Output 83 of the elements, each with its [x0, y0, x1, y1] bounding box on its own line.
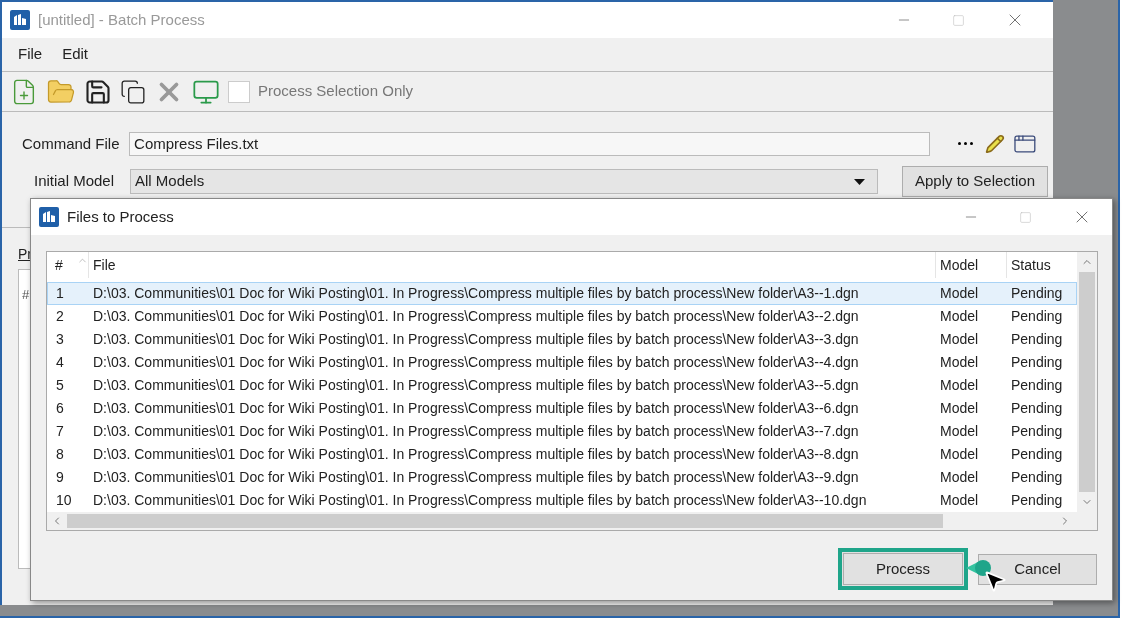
row-number: 3: [55, 330, 65, 349]
row-number: 2: [55, 307, 65, 326]
file-row[interactable]: 1 D:\03. Communities\01 Doc for Wiki Posting\01. In Progress\Compress multiple files by batch process\New folder\A3--1.dgn Model Pending: [47, 282, 1077, 305]
status-cell-text: Pending: [1010, 330, 1063, 349]
window-title: [untitled] - Batch Process: [38, 9, 205, 30]
model-cell-text: Model: [939, 307, 980, 326]
dialog-button[interactable]: Process: [838, 548, 968, 590]
file-path: D:\03. Communities\01 Doc for Wiki Posting\01. In Progress\Compress multiple files by batch process\New folder\A3--5.dgn: [92, 376, 860, 395]
status-cell-text: Pending: [1010, 399, 1063, 418]
status-cell-text: Pending: [1010, 353, 1063, 372]
file-path: D:\03. Communities\01 Doc for Wiki Posting\01. In Progress\Compress multiple files by batch process\New folder\A3--10.dgn: [92, 491, 868, 510]
file-row[interactable]: 7 D:\03. Communities\01 Doc for Wiki Posting\01. In Progress\Compress multiple files by batch process\New folder\A3--7.dgn Model Pending: [47, 420, 1077, 443]
model-cell-text: Model: [939, 330, 980, 349]
status-cell-text: Pending: [1010, 445, 1063, 464]
maximize-icon[interactable]: [952, 13, 965, 27]
vertical-scrollbar[interactable]: [1077, 252, 1097, 512]
status-cell-text: Pending: [1010, 422, 1063, 441]
status-cell-text: Pending: [1010, 376, 1063, 395]
apply-to-selection-button[interactable]: Apply to Selection: [902, 166, 1048, 197]
process-selection-checkbox[interactable]: [228, 80, 250, 103]
dropdown-caret-icon: [854, 178, 865, 185]
column-header[interactable]: Status: [1007, 252, 1077, 278]
file-row[interactable]: 4 D:\03. Communities\01 Doc for Wiki Posting\01. In Progress\Compress multiple files by batch process\New folder\A3--4.dgn Model Pending: [47, 351, 1077, 374]
file-row[interactable]: 2 D:\03. Communities\01 Doc for Wiki Posting\01. In Progress\Compress multiple files by batch process\New folder\A3--2.dgn Model Pending: [47, 305, 1077, 328]
status-cell-text: Pending: [1010, 468, 1063, 487]
dialog-button[interactable]: Cancel: [978, 553, 1097, 585]
file-row[interactable]: 6 D:\03. Communities\01 Doc for Wiki Posting\01. In Progress\Compress multiple files by batch process\New folder\A3--6.dgn Model Pending: [47, 397, 1077, 420]
row-number: 6: [55, 399, 65, 418]
menu-item[interactable]: File: [18, 43, 43, 66]
row-number: 4: [55, 353, 65, 372]
new-window-icon[interactable]: [1013, 132, 1037, 156]
file-row[interactable]: 10 D:\03. Communities\01 Doc for Wiki Posting\01. In Progress\Compress multiple files by batch process\New folder\A3--10.dgn Model Pending: [47, 489, 1077, 512]
file-row[interactable]: 8 D:\03. Communities\01 Doc for Wiki Posting\01. In Progress\Compress multiple files by batch process\New folder\A3--8.dgn Model Pending: [47, 443, 1077, 466]
row-number: 10: [55, 491, 73, 510]
more-icon[interactable]: [957, 142, 974, 146]
model-cell-text: Model: [939, 445, 980, 464]
file-path: D:\03. Communities\01 Doc for Wiki Posting\01. In Progress\Compress multiple files by batch process\New folder\A3--4.dgn: [92, 353, 860, 372]
column-header[interactable]: Model: [936, 252, 1007, 278]
file-path: D:\03. Communities\01 Doc for Wiki Posting\01. In Progress\Compress multiple files by batch process\New folder\A3--8.dgn: [92, 445, 860, 464]
dialog-title: Files to Process: [67, 206, 174, 227]
file-path: D:\03. Communities\01 Doc for Wiki Posting\01. In Progress\Compress multiple files by batch process\New folder\A3--3.dgn: [92, 330, 860, 349]
command-file-label: Command File: [22, 133, 121, 154]
menu-item[interactable]: Edit: [62, 43, 89, 66]
file-row[interactable]: 9 D:\03. Communities\01 Doc for Wiki Posting\01. In Progress\Compress multiple files by batch process\New folder\A3--9.dgn Model Pending: [47, 466, 1077, 489]
row-number: 9: [55, 468, 65, 487]
column-header: #: [22, 287, 30, 302]
model-cell-text: Model: [939, 399, 980, 418]
file-path: D:\03. Communities\01 Doc for Wiki Posting\01. In Progress\Compress multiple files by batch process\New folder\A3--9.dgn: [92, 468, 860, 487]
file-row[interactable]: 5 D:\03. Communities\01 Doc for Wiki Posting\01. In Progress\Compress multiple files by batch process\New folder\A3--5.dgn Model Pending: [47, 374, 1077, 397]
model-cell-text: Model: [939, 422, 980, 441]
row-number: 1: [55, 284, 65, 303]
file-row[interactable]: 3 D:\03. Communities\01 Doc for Wiki Posting\01. In Progress\Compress multiple files by batch process\New folder\A3--3.dgn Model Pending: [47, 328, 1077, 351]
save-icon[interactable]: [84, 77, 112, 106]
file-path: D:\03. Communities\01 Doc for Wiki Posting\01. In Progress\Compress multiple files by batch process\New folder\A3--1.dgn: [92, 284, 860, 303]
app-logo-icon: [10, 10, 30, 30]
app-logo-icon: [39, 207, 59, 227]
model-cell-text: Model: [939, 353, 980, 372]
model-cell-text: Model: [939, 491, 980, 510]
callout-pointer-icon: [966, 559, 992, 577]
maximize-icon[interactable]: [1019, 210, 1032, 224]
scrollbar-thumb[interactable]: [67, 514, 943, 528]
initial-model-label: Initial Model: [34, 171, 116, 192]
model-cell-text: Model: [939, 284, 980, 303]
column-header[interactable]: File: [89, 252, 936, 278]
command-file-field[interactable]: Compress Files.txt: [129, 132, 930, 156]
initial-model-dropdown[interactable]: All Models: [130, 169, 878, 194]
pencil-icon[interactable]: [985, 134, 1006, 154]
file-path: D:\03. Communities\01 Doc for Wiki Posting\01. In Progress\Compress multiple files by batch process\New folder\A3--7.dgn: [92, 422, 860, 441]
scrollbar-thumb[interactable]: [1079, 272, 1095, 492]
status-cell-text: Pending: [1010, 491, 1063, 510]
column-header[interactable]: #: [47, 252, 89, 278]
status-cell-text: Pending: [1010, 307, 1063, 326]
copy-icon[interactable]: [120, 78, 146, 105]
model-cell-text: Model: [939, 376, 980, 395]
file-path: D:\03. Communities\01 Doc for Wiki Posting\01. In Progress\Compress multiple files by batch process\New folder\A3--6.dgn: [92, 399, 860, 418]
row-number: 5: [55, 376, 65, 395]
checkbox-label: Process Selection Only: [258, 81, 414, 102]
model-cell-text: Model: [939, 468, 980, 487]
status-cell-text: Pending: [1010, 284, 1063, 303]
row-number: 8: [55, 445, 65, 464]
file-path: D:\03. Communities\01 Doc for Wiki Posting\01. In Progress\Compress multiple files by batch process\New folder\A3--2.dgn: [92, 307, 860, 326]
row-number: 7: [55, 422, 65, 441]
horizontal-scrollbar[interactable]: [47, 512, 1097, 530]
